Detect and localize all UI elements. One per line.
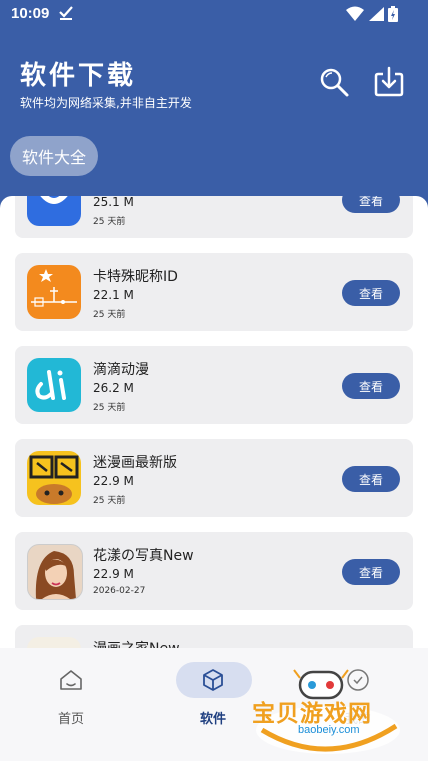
app-icon-orange (27, 265, 81, 319)
status-bar: 10:09 (0, 0, 428, 30)
status-time: 10:09 (11, 5, 50, 22)
app-size: 22.9 M (93, 567, 134, 581)
app-card[interactable]: 漫画之家New (15, 625, 413, 648)
watermark-text: 宝贝游戏网 (252, 701, 372, 727)
app-card[interactable]: 迷漫画最新版 22.9 M 25 天前 查看 (15, 439, 413, 517)
cube-icon (203, 669, 223, 691)
app-date: 25 天前 (93, 310, 126, 320)
app-card[interactable]: 花漾の写真New 22.9 M 2026-02-27 查看 (15, 532, 413, 610)
app-icon-blue (27, 196, 81, 226)
app-card[interactable]: 卡特殊昵称ID 22.1 M 25 天前 查看 (15, 253, 413, 331)
app-name: 花漾の写真New (93, 548, 194, 564)
downloads-button[interactable] (371, 64, 407, 100)
app-size: 26.2 M (93, 381, 134, 395)
app-card[interactable]: 25.1 M 25 天前 查看 (15, 196, 413, 238)
app-date: 25 天前 (93, 217, 126, 227)
app-card[interactable]: 滴滴动漫 26.2 M 25 天前 查看 (15, 346, 413, 424)
download-complete-icon (59, 6, 73, 20)
app-date: 25 天前 (93, 403, 126, 413)
nav-tab-home[interactable]: 首页 (21, 648, 121, 738)
home-icon (60, 670, 82, 690)
app-date: 25 天前 (93, 496, 126, 506)
app-icon-manhua (27, 451, 81, 505)
app-name: 卡特殊昵称ID (93, 269, 178, 285)
view-button[interactable]: 查看 (342, 196, 400, 213)
nav-label-software: 软件 (199, 712, 226, 727)
app-icon-partial (27, 637, 81, 648)
app-date: 2026-02-27 (93, 586, 146, 596)
view-button[interactable]: 查看 (342, 559, 400, 585)
app-name: 迷漫画最新版 (93, 455, 177, 471)
app-list[interactable]: 25.1 M 25 天前 查看 卡特殊昵称ID 22.1 M 25 天前 查看 (0, 196, 428, 648)
view-button[interactable]: 查看 (342, 280, 400, 306)
view-button[interactable]: 查看 (342, 466, 400, 492)
nav-label-home: 首页 (57, 712, 84, 727)
search-button[interactable] (316, 64, 352, 100)
page-title: 软件下载 (20, 61, 137, 91)
app-icon-cyan (27, 358, 81, 412)
app-size: 22.9 M (93, 474, 134, 488)
wifi-icon (346, 6, 364, 21)
watermark-url: baobeiy.com (298, 724, 360, 736)
app-size: 22.1 M (93, 288, 134, 302)
nav-tab-software[interactable]: 软件 (163, 648, 263, 738)
app-icon-portrait (27, 544, 83, 600)
app-name: 漫画之家New (93, 638, 180, 648)
page-subtitle: 软件均为网络采集,并非自主开发 (20, 96, 192, 110)
app-name: 滴滴动漫 (93, 362, 149, 378)
category-chip-all-software[interactable]: 软件大全 (10, 136, 98, 176)
status-icons (346, 6, 398, 22)
download-icon (374, 66, 404, 97)
signal-icon (369, 7, 384, 21)
search-icon (320, 68, 349, 97)
battery-icon (388, 6, 398, 22)
app-size: 25.1 M (93, 196, 134, 209)
view-button[interactable]: 查看 (342, 373, 400, 399)
